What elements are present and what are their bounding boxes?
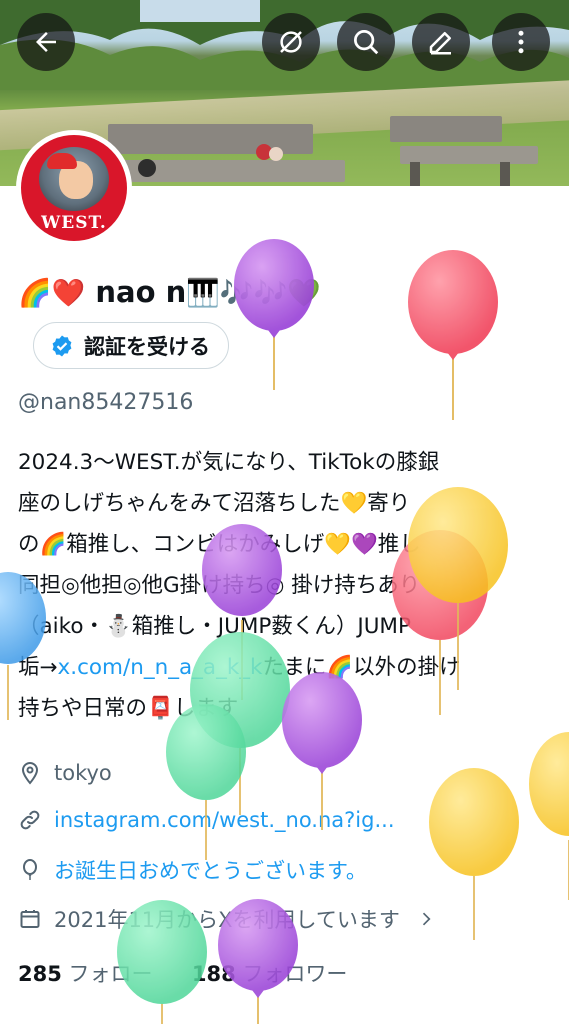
avatar-image: WEST. bbox=[21, 135, 127, 241]
get-verified-label: 認証を受ける bbox=[84, 334, 210, 359]
bio-line: 同担◎他担◎他G掛け持ち◎ 掛け持ちあり bbox=[18, 573, 421, 598]
following-label: フォロー bbox=[68, 962, 153, 986]
search-button[interactable] bbox=[337, 13, 395, 71]
joined-row[interactable]: 2021年11月からXを利用しています bbox=[18, 904, 436, 934]
birthday-text: お誕生日おめでとうございます。 bbox=[54, 859, 367, 883]
avatar-west-text: WEST. bbox=[41, 213, 107, 233]
hide-icon bbox=[280, 31, 302, 53]
more-button[interactable] bbox=[492, 13, 550, 71]
calendar-icon bbox=[20, 910, 40, 928]
followers-count: 188 bbox=[191, 962, 236, 986]
following-link[interactable]: 285 フォロー bbox=[18, 962, 153, 986]
bio-line-part: 垢→ bbox=[18, 655, 58, 680]
followers-link[interactable]: 188 フォロワー bbox=[192, 962, 348, 986]
display-name-text: nao n bbox=[95, 275, 187, 309]
link-icon bbox=[20, 810, 40, 830]
arrow-left-icon bbox=[36, 32, 56, 52]
bio-link[interactable]: x.com/n_n_a_a_k_k bbox=[58, 655, 263, 680]
display-name: 🌈❤️ nao n🎹🎶🎶💚 bbox=[18, 275, 321, 309]
following-count: 285 bbox=[18, 962, 62, 986]
bio-line-part: たまに🌈以外の掛け bbox=[262, 655, 461, 680]
profile-bio: 2024.3〜WEST.が気になり、TikTokの膝銀 座のしげちゃんをみて沼落… bbox=[18, 442, 558, 729]
website-row[interactable]: instagram.com/west._no.na?ig... bbox=[18, 808, 395, 832]
edit-icon bbox=[429, 32, 451, 55]
back-button[interactable] bbox=[17, 13, 75, 71]
balloon-icon bbox=[23, 859, 37, 880]
website-link[interactable]: instagram.com/west._no.na?ig... bbox=[54, 808, 395, 832]
location-row: tokyo bbox=[18, 761, 112, 785]
user-handle: @nan85427516 bbox=[18, 390, 194, 415]
bio-line: 座のしげちゃんをみて沼落ちした💛寄り bbox=[18, 491, 411, 516]
hide-button[interactable] bbox=[262, 13, 320, 71]
followers-label: フォロワー bbox=[242, 962, 348, 986]
location-pin-icon bbox=[21, 761, 39, 785]
avatar[interactable]: WEST. bbox=[16, 130, 132, 246]
more-icon bbox=[518, 30, 524, 54]
follow-counts: 285 フォロー 188 フォロワー bbox=[18, 958, 347, 988]
joined-text: 2021年11月からXを利用しています bbox=[54, 908, 400, 932]
verified-badge-icon bbox=[52, 335, 72, 356]
bio-line: 2024.3〜WEST.が気になり、TikTokの膝銀 bbox=[18, 450, 440, 475]
bio-line: （aiko・⛄箱推し・JUMP薮くん）JUMP bbox=[18, 614, 411, 639]
balloon bbox=[529, 732, 569, 900]
balloon bbox=[234, 239, 314, 390]
balloon bbox=[429, 768, 519, 940]
balloon bbox=[408, 250, 498, 420]
edit-button[interactable] bbox=[412, 13, 470, 71]
bio-line: の🌈箱推し、コンビはかみしげ💛💜推し bbox=[18, 532, 421, 557]
bio-line: 垢→x.com/n_n_a_a_k_kたまに🌈以外の掛け bbox=[18, 647, 558, 688]
bio-line: 持ちや日常の📮します bbox=[18, 696, 239, 721]
location-text: tokyo bbox=[54, 761, 112, 785]
chevron-right-icon bbox=[422, 912, 431, 926]
display-name-suffix-emoji: 🎹🎶🎶💚 bbox=[186, 278, 321, 309]
get-verified-button[interactable]: 認証を受ける bbox=[33, 322, 229, 369]
birthday-row: お誕生日おめでとうございます。 bbox=[18, 855, 367, 885]
search-icon bbox=[354, 30, 379, 55]
display-name-prefix-emoji: 🌈❤️ bbox=[18, 278, 86, 309]
